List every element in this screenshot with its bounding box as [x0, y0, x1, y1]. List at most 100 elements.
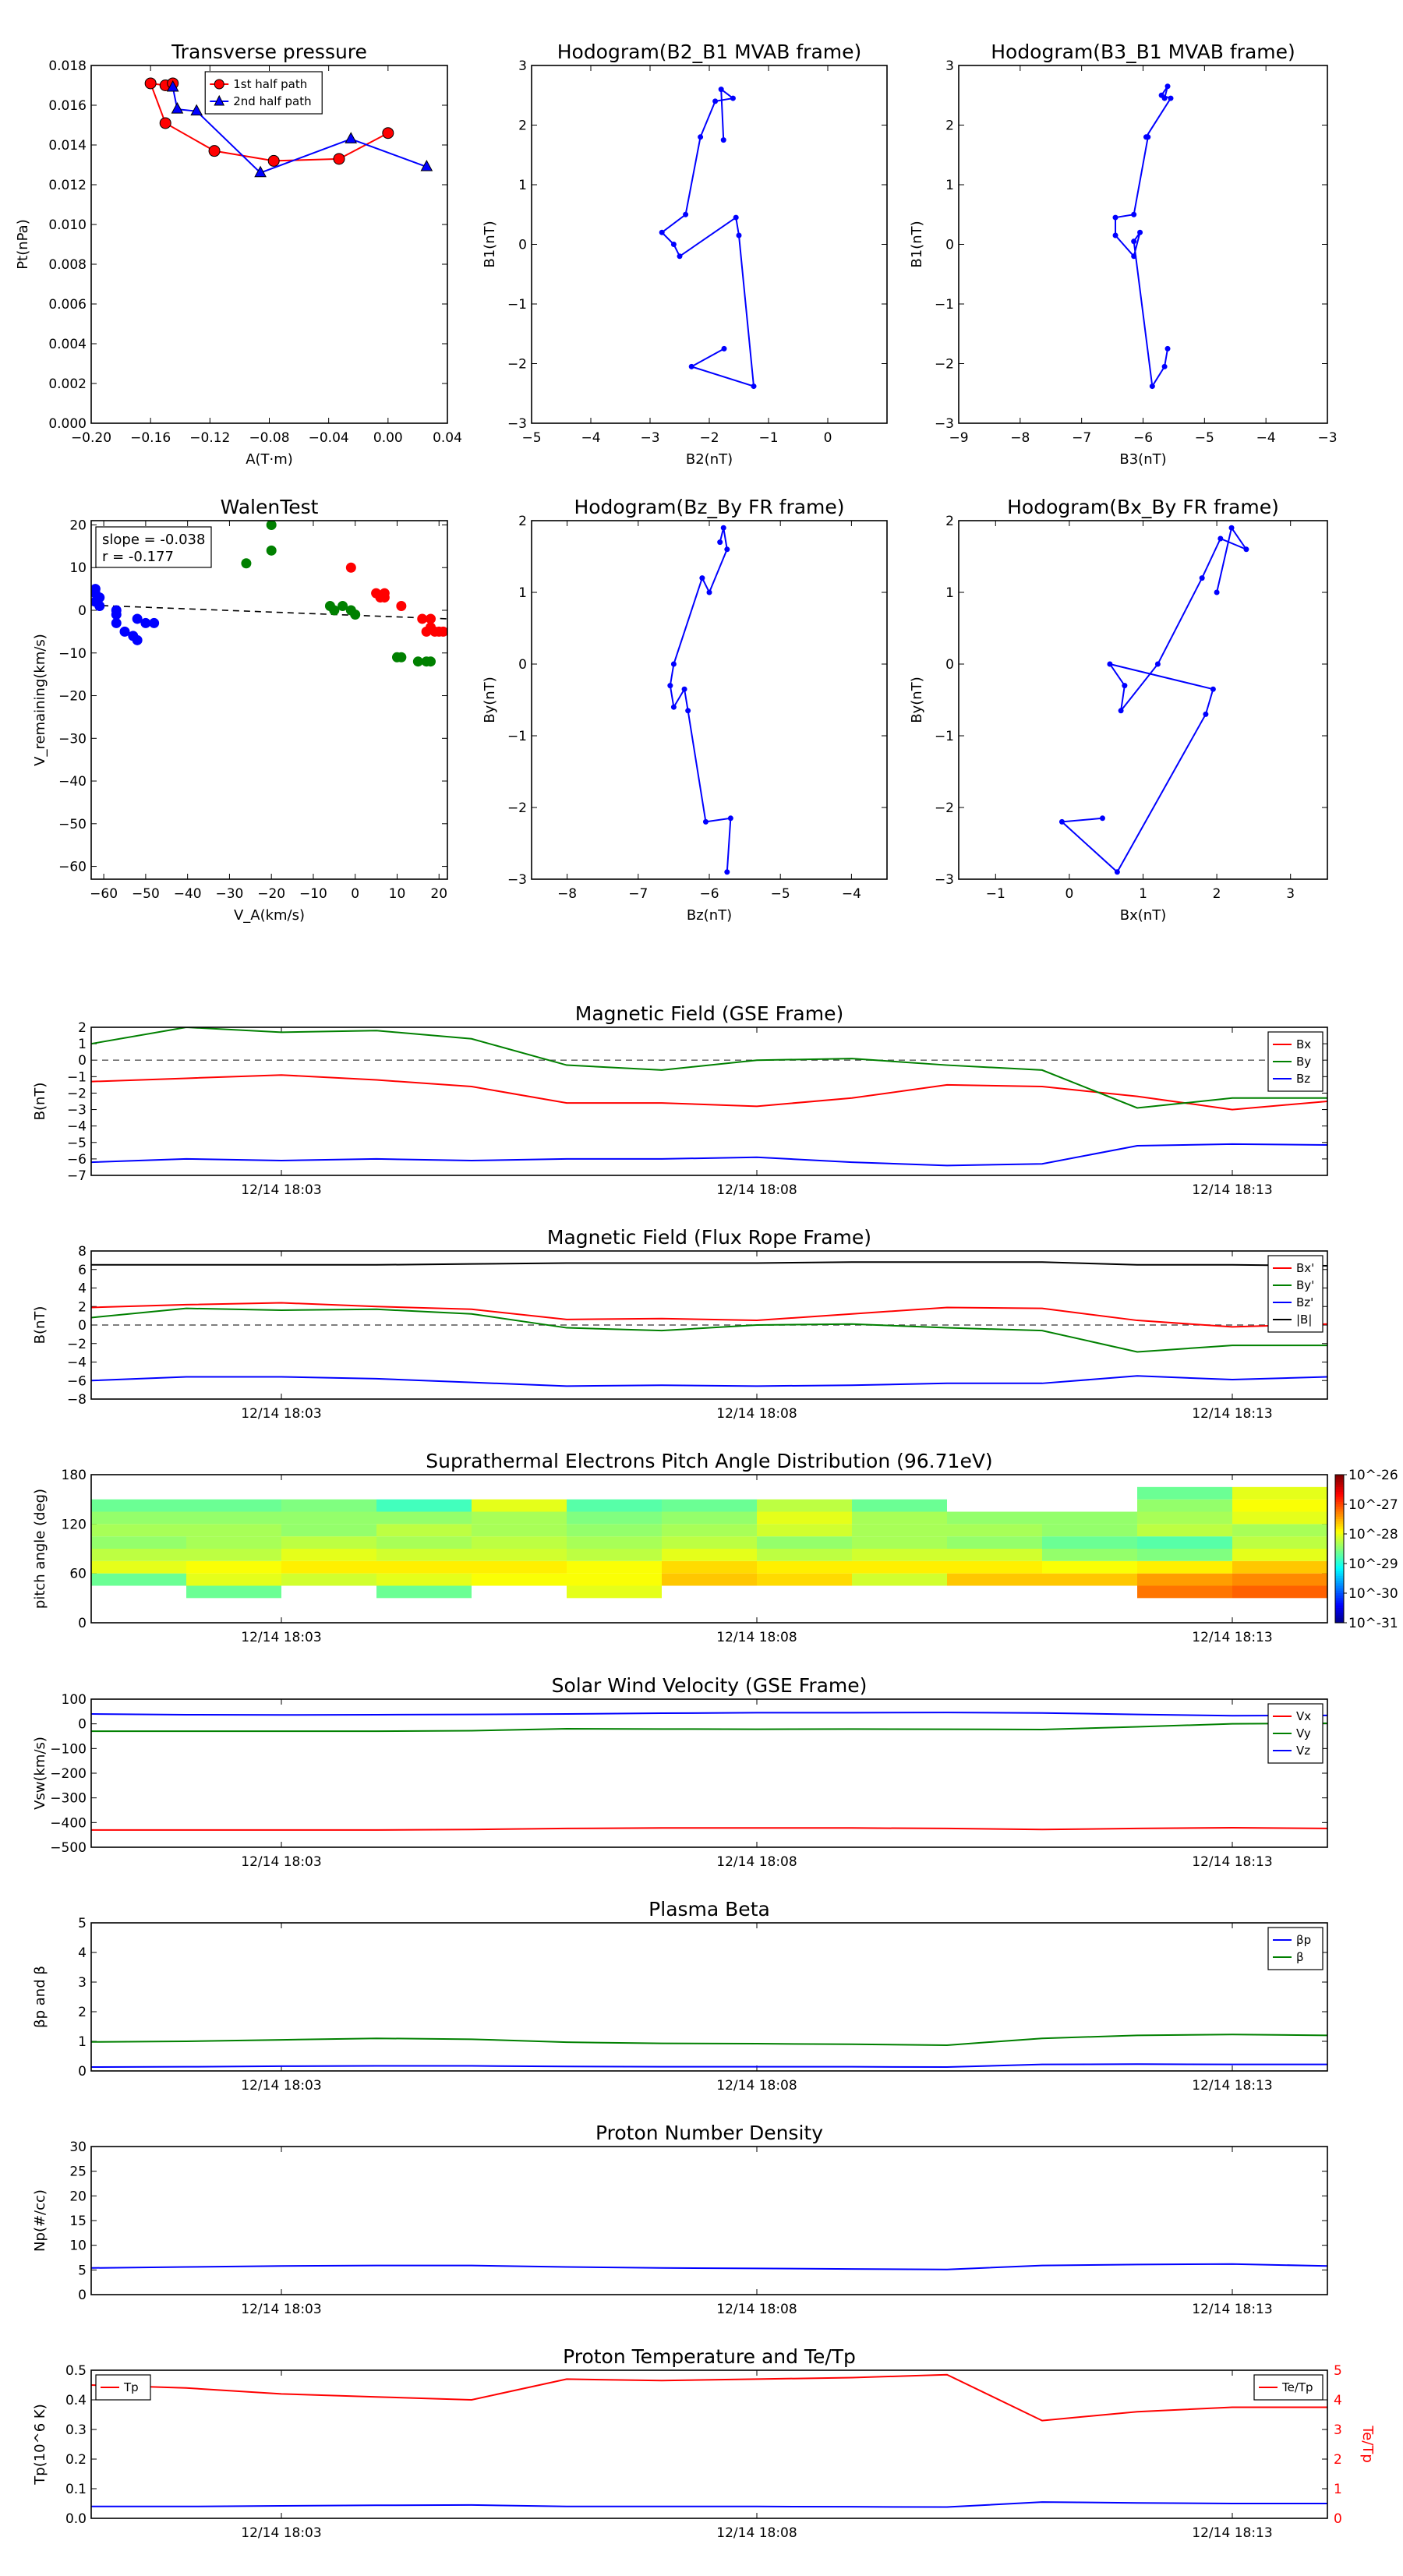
heatmap-cell [1232, 1511, 1327, 1525]
colorbar-step [1335, 1588, 1344, 1592]
colorbar-step [1335, 1489, 1344, 1493]
colorbar-step [1335, 1477, 1344, 1480]
y-tick-label: −40 [58, 774, 87, 790]
heatmap-cell [91, 1499, 186, 1512]
y-tick-label: −30 [58, 731, 87, 747]
x-tick-label: −30 [215, 886, 243, 902]
x-tick-label: −3 [640, 430, 659, 446]
heatmap-cell [567, 1549, 662, 1561]
h1-series-0-point [730, 95, 736, 101]
h1-series-0-point [720, 137, 726, 143]
colorbar-label: 10^-31 [1348, 1616, 1398, 1631]
colorbar-step [1335, 1534, 1344, 1537]
y-tick-label: −6 [67, 1373, 87, 1389]
y-tick-label: 0.008 [48, 257, 87, 273]
heatmap-cell [91, 1524, 186, 1537]
x-tick-label: −8 [557, 886, 577, 902]
h3-series-0-point [724, 869, 730, 875]
x-tick-label: 20 [430, 886, 447, 902]
legend-label: β [1296, 1950, 1304, 1964]
heatmap-cell [281, 1511, 376, 1525]
x-tick-label: −0.16 [130, 430, 171, 446]
walen-fit [90, 604, 448, 620]
heatmap-cell [472, 1573, 567, 1586]
scatter-point [241, 558, 252, 569]
heatmap-cell [757, 1499, 852, 1512]
bfr--b- [91, 1261, 1327, 1267]
h3-series-0-point [670, 704, 677, 710]
heatmap-cell [186, 1573, 281, 1586]
legend-label: Tp [123, 2380, 139, 2394]
heatmap-cell [1232, 1549, 1327, 1561]
x-tick-label: −50 [132, 886, 160, 902]
plot-frame [90, 1922, 1328, 2072]
h3-series-0-point [681, 686, 687, 692]
h2-series-0-point [1164, 83, 1171, 90]
y-tick-label: −1 [67, 1069, 87, 1085]
heatmap-cell [186, 1549, 281, 1561]
colorbar-step [1335, 1573, 1344, 1577]
heatmap-cell [1232, 1573, 1327, 1586]
y-tick-label: 120 [62, 1517, 87, 1532]
colorbar-step [1335, 1501, 1344, 1505]
y-tick-label: 0 [518, 657, 527, 673]
heatmap-cell [376, 1549, 472, 1561]
y-tick-label: 1 [518, 585, 527, 601]
y-axis-label: B(nT) [32, 1306, 48, 1345]
vsw-vz [91, 1712, 1327, 1717]
heatmap-cell [472, 1560, 567, 1574]
heatmap-cell [376, 1524, 472, 1537]
y-tick-label: 2 [945, 514, 954, 529]
legend-label: Vx [1296, 1709, 1311, 1723]
y-tick-label: −3 [935, 872, 954, 888]
colorbar-step [1335, 1575, 1344, 1579]
heatmap-cell [186, 1536, 281, 1549]
y-tick-label: 0 [945, 238, 954, 253]
h1-series-0-point [683, 211, 689, 217]
plot-frame [531, 520, 888, 880]
heatmap-cell [947, 1573, 1042, 1586]
y-tick-label: 1 [518, 178, 527, 193]
h2-series-0-point [1161, 363, 1168, 369]
h1-series-0-point [712, 98, 719, 104]
bgse-bx-line [91, 1074, 1327, 1111]
y-tick-label: 0 [78, 2288, 87, 2303]
colorbar-step [1335, 1482, 1344, 1486]
heatmap-cell [186, 1560, 281, 1574]
y-tick-label: 0 [78, 1053, 87, 1069]
bfr--b--line [91, 1261, 1327, 1267]
heatmap-cell [1232, 1524, 1327, 1537]
vsw-vz-line [91, 1712, 1327, 1717]
h3-series-0-point [724, 546, 730, 553]
heatmap-cell [567, 1524, 662, 1537]
y-tick-label: −1 [507, 729, 527, 744]
x-tick-label: −1 [986, 886, 1005, 902]
chart-title: Hodogram(B3_B1 MVAB frame) [991, 41, 1295, 63]
y-tick-label: −20 [58, 689, 87, 705]
colorbar-step [1335, 1496, 1344, 1500]
scatter-point [425, 656, 436, 667]
vsw-vy-line [91, 1723, 1327, 1733]
x-tick-label: 0.00 [373, 430, 403, 446]
heatmap-cell [757, 1511, 852, 1525]
chart-canvas: −0.20 −0.16 −0.12 −0.08 −0.04 0.00 0.040.0000.… [15, 41, 1398, 2541]
heatmap-cell [472, 1511, 567, 1525]
heatmap-cell [376, 1511, 472, 1525]
colorbar-step [1335, 1509, 1344, 1512]
tp-2nd-half-path-point [171, 102, 184, 114]
h3-series-0-point [670, 661, 677, 667]
x-tick-label: 12/14 18:13 [1192, 1630, 1272, 1645]
colorbar-step [1335, 1541, 1344, 1545]
colorbar-step [1335, 1583, 1344, 1586]
x-axis-label: Bx(nT) [1120, 907, 1166, 924]
x-tick-label: −7 [628, 886, 648, 902]
x-axis-label: A(T·m) [246, 451, 293, 468]
h1-series-0-point [677, 253, 683, 260]
h4-series-0-point [1122, 683, 1128, 689]
y-tick-label: 0.010 [48, 217, 87, 233]
heatmap-cell [662, 1573, 757, 1586]
tp-temp-tp [91, 2501, 1327, 2508]
vsw-vy [91, 1723, 1327, 1733]
tp-1st-half-path-point [382, 127, 394, 140]
heatmap-cell [1232, 1499, 1327, 1512]
